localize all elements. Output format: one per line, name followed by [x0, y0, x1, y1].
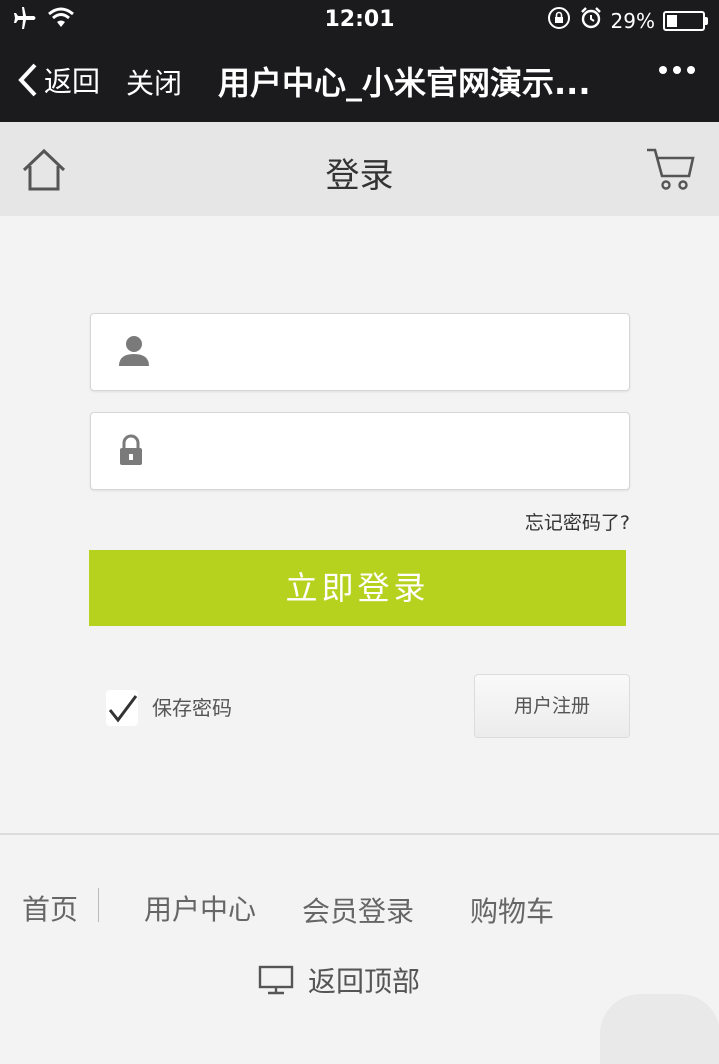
footer-divider — [0, 833, 719, 835]
login-button[interactable]: 立即登录 — [89, 550, 626, 626]
save-password-checkbox[interactable] — [106, 690, 138, 726]
back-to-top-button[interactable]: 返回顶部 — [258, 960, 420, 1000]
register-button[interactable]: 用户注册 — [474, 674, 630, 738]
lock-icon — [117, 433, 145, 471]
back-to-top-label: 返回顶部 — [308, 965, 421, 998]
footer-separator — [98, 888, 99, 922]
user-icon — [117, 334, 151, 372]
webview-nav-bar: 返回 关闭 用户中心_小米官网演示... — [0, 40, 719, 122]
more-dot-icon — [687, 66, 695, 74]
footer-link-member-login[interactable]: 会员登录 — [302, 890, 414, 930]
forgot-password-link[interactable]: 忘记密码了? — [525, 508, 630, 535]
header-title: 登录 — [325, 156, 394, 196]
page-title: 用户中心_小米官网演示... — [218, 64, 591, 102]
rotation-lock-icon — [547, 6, 571, 35]
battery-icon — [663, 10, 708, 31]
footer-link-cart[interactable]: 购物车 — [470, 890, 554, 930]
username-input[interactable] — [171, 324, 615, 382]
more-options-button[interactable] — [659, 66, 695, 74]
status-bar: 12:01 29% — [0, 0, 719, 40]
footer-nav: 首页 用户中心 会员登录 购物车 — [0, 886, 719, 930]
back-button[interactable]: 返回 — [18, 60, 100, 100]
alarm-icon — [579, 6, 603, 35]
battery-level — [667, 14, 677, 27]
username-field — [90, 313, 630, 391]
more-dot-icon — [659, 66, 667, 74]
back-label: 返回 — [44, 65, 101, 98]
battery-percent: 29% — [610, 8, 655, 33]
chevron-left-icon — [18, 63, 37, 97]
more-dot-icon — [673, 66, 681, 74]
monitor-icon — [258, 965, 294, 995]
password-field — [90, 412, 630, 490]
footer-link-home[interactable]: 首页 — [22, 888, 78, 928]
footer-link-user-center[interactable]: 用户中心 — [144, 888, 256, 928]
floating-button-partial[interactable] — [600, 994, 719, 1064]
page-header: 登录 — [0, 122, 719, 216]
save-password-row: 保存密码 — [106, 690, 232, 726]
checkmark-icon — [108, 695, 138, 723]
cart-icon[interactable] — [645, 146, 695, 196]
status-right: 29% — [547, 6, 708, 35]
close-button[interactable]: 关闭 — [126, 62, 182, 102]
save-password-label: 保存密码 — [152, 696, 232, 720]
password-input[interactable] — [171, 423, 615, 481]
